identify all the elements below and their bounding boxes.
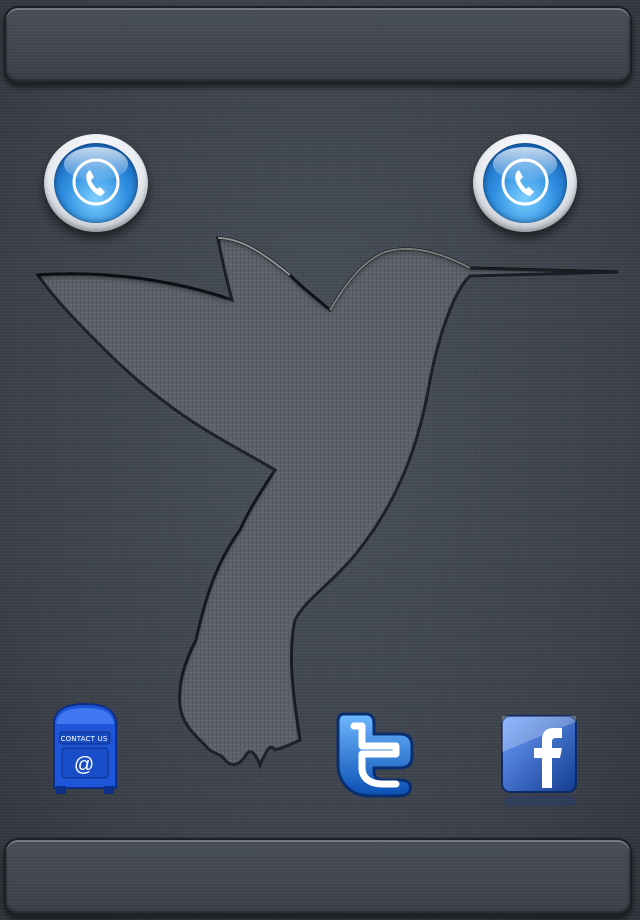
app-screen: CONTACT US @	[0, 0, 640, 920]
twitter-icon	[336, 712, 414, 798]
contact-us-button[interactable]: CONTACT US @	[50, 702, 120, 796]
phone-icon	[72, 158, 120, 206]
call-button-right[interactable]	[473, 134, 577, 232]
contact-us-label: CONTACT US	[60, 735, 108, 743]
facebook-icon	[501, 715, 577, 806]
footer-bar	[4, 838, 632, 916]
phone-icon	[501, 158, 549, 206]
mailbox-icon	[53, 702, 117, 794]
call-button-left[interactable]	[44, 134, 148, 232]
twitter-button[interactable]	[330, 708, 416, 798]
at-symbol: @	[73, 754, 95, 776]
facebook-button[interactable]	[498, 712, 582, 810]
